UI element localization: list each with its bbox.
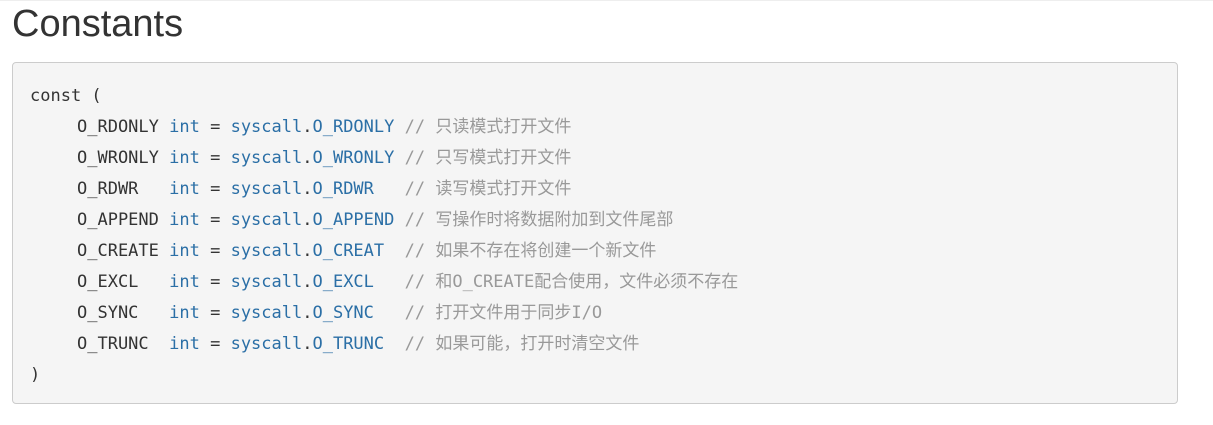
assign-op: = [199,272,231,292]
comment-slashes: // [404,210,426,230]
const-name: O_WRONLY [77,148,159,168]
dot: . [302,148,313,168]
comment-slashes: // [404,241,426,261]
package-name: syscall [230,210,303,230]
assign-op: = [199,334,231,354]
type-keyword: int [169,241,200,261]
code-line-const: O_EXCL int = syscall.O_EXCL // 和O_CREATE… [30,267,738,298]
comment-text: 只写模式打开文件 [425,148,572,168]
padding [138,303,169,323]
comment-text: 如果不存在将创建一个新文件 [425,241,657,261]
syscall-constant-link[interactable]: O_TRUNC [312,334,384,354]
dot: . [302,241,313,261]
padding [374,272,405,292]
comment-slashes: // [404,272,426,292]
syscall-constant-link[interactable]: O_RDONLY [312,117,394,137]
assign-op: = [199,303,231,323]
comment-slashes: // [404,117,426,137]
code-line-const: O_RDONLY int = syscall.O_RDONLY // 只读模式打… [30,112,571,143]
dot: . [302,303,313,323]
const-name: O_EXCL [77,272,139,292]
code-block: const ( O_RDONLY int = syscall.O_RDONLY … [12,62,1178,404]
code-line-close: ) [30,365,41,385]
code-line-const: O_APPEND int = syscall.O_APPEND // 写操作时将… [30,205,673,236]
comment-text: 写操作时将数据附加到文件尾部 [425,210,674,230]
type-keyword: int [169,210,200,230]
dot: . [302,334,313,354]
padding [138,272,169,292]
syscall-constant-link[interactable]: O_EXCL [312,272,373,292]
syscall-constant-link[interactable]: O_CREAT [312,241,384,261]
assign-op: = [199,241,231,261]
package-name: syscall [230,272,303,292]
code-line-open: const ( [30,86,102,106]
code-line-const: O_WRONLY int = syscall.O_WRONLY // 只写模式打… [30,143,571,174]
package-name: syscall [230,179,303,199]
syscall-constant-link[interactable]: O_SYNC [312,303,373,323]
const-name: O_APPEND [77,210,159,230]
type-keyword: int [169,303,200,323]
padding [374,179,405,199]
const-name: O_SYNC [77,303,139,323]
type-keyword: int [169,148,200,168]
const-name: O_RDWR [77,179,139,199]
dot: . [302,272,313,292]
type-keyword: int [169,272,200,292]
const-name: O_CREATE [77,241,159,261]
dot: . [302,179,313,199]
padding [159,241,169,261]
assign-op: = [199,117,231,137]
padding [159,210,169,230]
comment-slashes: // [404,334,426,354]
package-name: syscall [230,303,303,323]
dot: . [302,117,313,137]
padding [384,241,404,261]
comment-text: 读写模式打开文件 [425,179,572,199]
package-name: syscall [230,148,303,168]
code-line-const: O_SYNC int = syscall.O_SYNC // 打开文件用于同步I… [30,298,602,329]
padding [149,334,169,354]
package-name: syscall [230,241,303,261]
code-line-const: O_RDWR int = syscall.O_RDWR // 读写模式打开文件 [30,174,571,205]
padding [159,148,169,168]
assign-op: = [199,210,231,230]
const-name: O_TRUNC [77,334,149,354]
comment-slashes: // [404,303,426,323]
code-line-const: O_TRUNC int = syscall.O_TRUNC // 如果可能，打开… [30,329,639,360]
syscall-constant-link[interactable]: O_RDWR [312,179,373,199]
type-keyword: int [169,117,200,137]
section-heading: Constants [12,3,184,45]
dot: . [302,210,313,230]
syscall-constant-link[interactable]: O_APPEND [312,210,394,230]
padding [394,117,404,137]
padding [394,210,404,230]
comment-text: 打开文件用于同步I/O [425,303,603,323]
padding [384,334,404,354]
comment-text: 和O_CREATE配合使用，文件必须不存在 [425,272,739,292]
type-keyword: int [169,334,200,354]
comment-slashes: // [404,148,426,168]
padding [394,148,404,168]
syscall-constant-link[interactable]: O_WRONLY [312,148,394,168]
padding [159,117,169,137]
top-divider [0,0,1213,1]
comment-text: 如果可能，打开时清空文件 [425,334,640,354]
padding [374,303,405,323]
padding [138,179,169,199]
package-name: syscall [230,334,303,354]
comment-slashes: // [404,179,426,199]
type-keyword: int [169,179,200,199]
const-name: O_RDONLY [77,117,159,137]
assign-op: = [199,148,231,168]
comment-text: 只读模式打开文件 [425,117,572,137]
assign-op: = [199,179,231,199]
code-line-const: O_CREATE int = syscall.O_CREAT // 如果不存在将… [30,236,656,267]
package-name: syscall [230,117,303,137]
